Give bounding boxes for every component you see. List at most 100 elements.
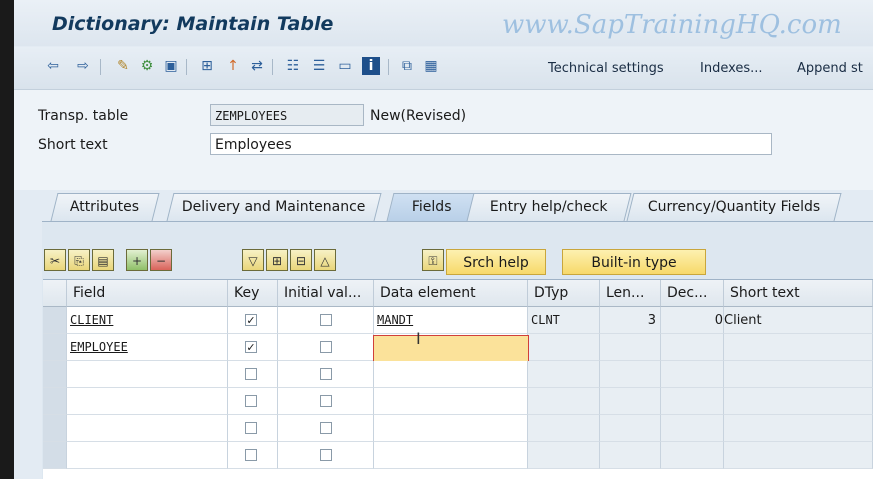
key-cell[interactable] — [228, 442, 278, 469]
sort-down-icon[interactable]: ▽ — [242, 249, 264, 271]
key-cell[interactable] — [228, 361, 278, 388]
key-checkbox[interactable]: ✓ — [245, 341, 257, 353]
row-selector[interactable] — [43, 307, 67, 334]
initial-cell[interactable] — [278, 307, 374, 334]
field-name-cell[interactable] — [67, 415, 228, 442]
back-icon[interactable]: ⇦ — [44, 57, 62, 75]
dtyp-cell — [528, 334, 600, 361]
initial-checkbox[interactable] — [320, 314, 332, 326]
table-row[interactable]: CLIENT ✓ MANDT CLNT 3 0 Client — [43, 307, 873, 334]
edit-icon[interactable]: ✎ — [114, 57, 132, 75]
data-element-cell[interactable] — [374, 442, 528, 469]
tab-fields[interactable]: Fields — [386, 193, 478, 221]
short-text-cell: Client — [724, 307, 873, 334]
tab-currency-quantity[interactable]: Currency/Quantity Fields — [626, 193, 842, 221]
data-element-cell[interactable] — [374, 415, 528, 442]
table-row[interactable] — [43, 442, 873, 469]
field-name-cell[interactable] — [67, 361, 228, 388]
column-header-short-text[interactable]: Short text — [724, 280, 873, 307]
append-structure-button[interactable]: Append st — [797, 61, 863, 76]
table-icon[interactable]: ▦ — [422, 57, 440, 75]
initial-checkbox[interactable] — [320, 395, 332, 407]
column-header-decimals[interactable]: Dec... — [661, 280, 724, 307]
field-name-cell[interactable]: CLIENT — [67, 307, 228, 334]
key-cell[interactable]: ✓ — [228, 307, 278, 334]
decimals-cell — [661, 415, 724, 442]
initial-checkbox[interactable] — [320, 341, 332, 353]
initial-cell[interactable] — [278, 442, 374, 469]
table-row[interactable] — [43, 388, 873, 415]
key-icon[interactable]: ⚿ — [422, 249, 444, 271]
cut-icon[interactable]: ✂ — [44, 249, 66, 271]
initial-checkbox[interactable] — [320, 422, 332, 434]
data-element-input[interactable] — [373, 335, 529, 362]
technical-settings-button[interactable]: Technical settings — [548, 61, 664, 76]
data-element-cell[interactable]: MANDT — [374, 307, 528, 334]
row-selector[interactable] — [43, 388, 67, 415]
tab-entry-help[interactable]: Entry help/check — [466, 193, 632, 221]
where-used-icon[interactable]: ▣ — [162, 57, 180, 75]
layout-icon[interactable]: ☰ — [310, 57, 328, 75]
search-help-button[interactable]: Srch help — [446, 249, 546, 275]
table-row[interactable] — [43, 361, 873, 388]
dtyp-cell — [528, 388, 600, 415]
delete-row-icon[interactable]: − — [150, 249, 172, 271]
object-list-icon[interactable]: ⊞ — [198, 57, 216, 75]
column-header-length[interactable]: Len... — [600, 280, 661, 307]
table-name-field: ZEMPLOYEES — [210, 104, 364, 126]
column-header-data-element[interactable]: Data element — [374, 280, 528, 307]
key-cell[interactable] — [228, 388, 278, 415]
key-cell[interactable]: ✓ — [228, 334, 278, 361]
key-checkbox[interactable]: ✓ — [245, 314, 257, 326]
initial-checkbox[interactable] — [320, 368, 332, 380]
key-checkbox[interactable] — [245, 368, 257, 380]
table-row[interactable]: EMPLOYEE ✓ ⧠ — [43, 334, 873, 405]
initial-cell[interactable] — [278, 361, 374, 388]
column-header-field[interactable]: Field — [67, 280, 228, 307]
key-checkbox[interactable] — [245, 395, 257, 407]
column-header-dtyp[interactable]: DTyp — [528, 280, 600, 307]
short-text-cell — [724, 334, 873, 361]
dtyp-cell — [528, 361, 600, 388]
data-element-cell[interactable] — [374, 361, 528, 388]
key-checkbox[interactable] — [245, 422, 257, 434]
insert-row-icon[interactable]: + — [126, 249, 148, 271]
row-selector[interactable] — [43, 415, 67, 442]
tab-delivery-maintenance[interactable]: Delivery and Maintenance — [166, 193, 382, 221]
key-checkbox[interactable] — [245, 449, 257, 461]
key-cell[interactable] — [228, 415, 278, 442]
builtin-type-button[interactable]: Built-in type — [562, 249, 706, 275]
table-row[interactable] — [43, 415, 873, 442]
data-element-cell[interactable] — [374, 388, 528, 415]
display-icon[interactable]: ↑ — [224, 57, 242, 75]
sort-up-icon[interactable]: △ — [314, 249, 336, 271]
paste-icon[interactable]: ▤ — [92, 249, 114, 271]
initial-checkbox[interactable] — [320, 449, 332, 461]
row-selector[interactable] — [43, 442, 67, 469]
decimals-cell: 0 — [661, 307, 724, 334]
select-all-icon[interactable]: ⊞ — [266, 249, 288, 271]
field-name-cell[interactable] — [67, 442, 228, 469]
image-icon[interactable]: ▭ — [336, 57, 354, 75]
navigate-icon[interactable]: ⇄ — [248, 57, 266, 75]
column-header-initial[interactable]: Initial val... — [278, 280, 374, 307]
short-text-input[interactable]: Employees — [210, 133, 772, 155]
indexes-button[interactable]: Indexes... — [700, 61, 763, 76]
hierarchy-icon[interactable]: ☷ — [284, 57, 302, 75]
tab-attributes[interactable]: Attributes — [50, 193, 160, 221]
field-name-cell[interactable]: EMPLOYEE — [67, 334, 228, 361]
selector-header — [43, 280, 67, 307]
initial-cell[interactable] — [278, 388, 374, 415]
column-header-key[interactable]: Key — [228, 280, 278, 307]
field-name-cell[interactable] — [67, 388, 228, 415]
indexes-icon[interactable]: ⧉ — [398, 57, 416, 75]
initial-cell[interactable] — [278, 334, 374, 361]
initial-cell[interactable] — [278, 415, 374, 442]
row-selector[interactable] — [43, 361, 67, 388]
row-selector[interactable] — [43, 334, 67, 361]
deselect-icon[interactable]: ⊟ — [290, 249, 312, 271]
forward-icon[interactable]: ⇨ — [74, 57, 92, 75]
info-icon[interactable]: i — [362, 57, 380, 75]
copy-icon[interactable]: ⎘ — [68, 249, 90, 271]
activate-icon[interactable]: ⚙ — [138, 57, 156, 75]
